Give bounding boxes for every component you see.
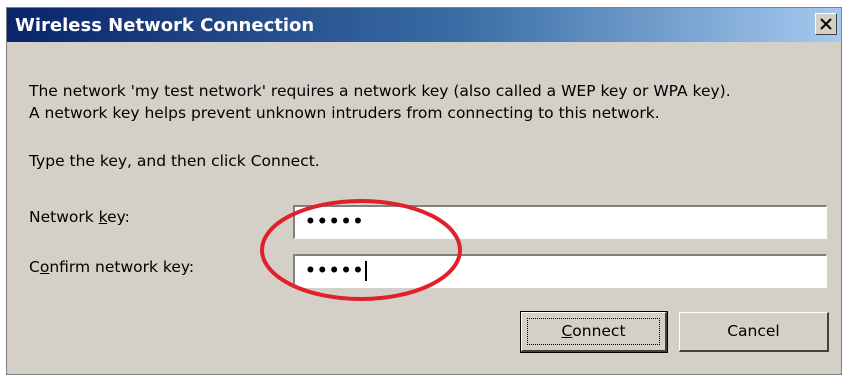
connect-button[interactable]: Connect xyxy=(520,311,668,353)
dialog-title: Wireless Network Connection xyxy=(15,15,315,36)
instruction-text: Type the key, and then click Connect. xyxy=(29,152,320,170)
confirm-network-key-field[interactable]: ••••• xyxy=(293,254,827,288)
close-icon xyxy=(820,18,832,30)
cancel-button[interactable]: Cancel xyxy=(679,312,829,352)
wireless-connection-dialog: Wireless Network Connection The network … xyxy=(6,7,842,375)
focus-rectangle xyxy=(527,318,660,345)
message-line-1: The network 'my test network' requires a… xyxy=(29,82,731,100)
confirm-key-label: Confirm network key: xyxy=(29,258,195,276)
network-key-field[interactable]: ••••• xyxy=(293,205,827,239)
close-button[interactable] xyxy=(815,13,837,35)
title-bar[interactable]: Wireless Network Connection xyxy=(7,8,841,42)
message-line-2: A network key helps prevent unknown intr… xyxy=(29,104,660,122)
network-key-label: Network key: xyxy=(29,208,130,226)
text-caret xyxy=(365,261,368,281)
